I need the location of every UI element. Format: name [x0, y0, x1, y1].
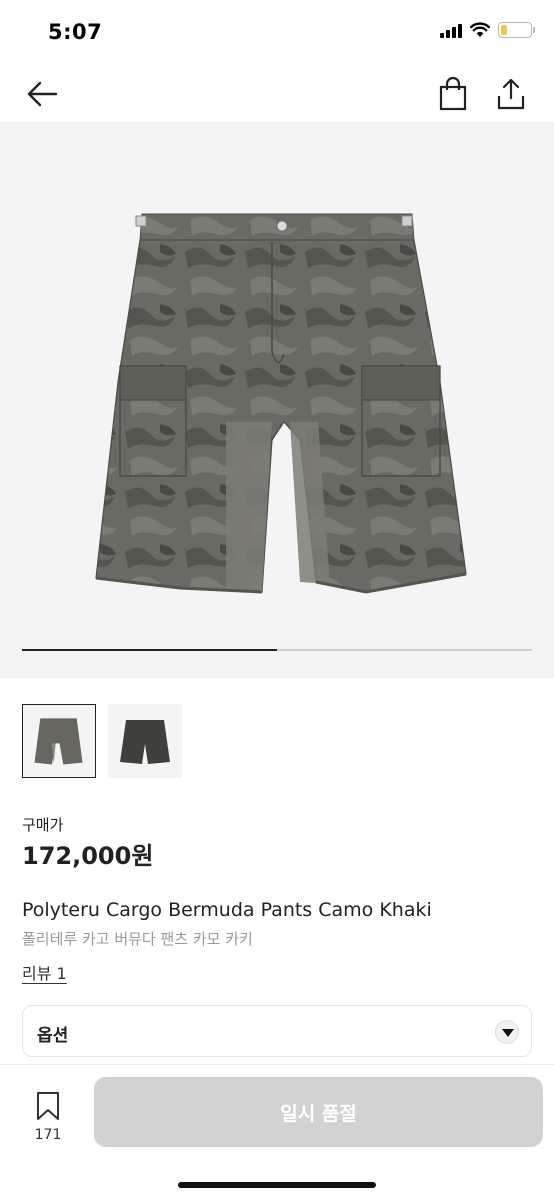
status-icons [440, 22, 535, 38]
price-value: 172,000원 [22, 842, 154, 870]
cellular-signal-icon [440, 23, 462, 38]
thumbnail-1[interactable] [22, 704, 96, 778]
price-label: 구매가 [22, 816, 64, 834]
wishlist-count: 171 [34, 1127, 62, 1143]
gallery-progress-track [22, 649, 532, 651]
product-name-ko: 폴리테루 카고 버뮤다 팬츠 카모 카키 [22, 930, 253, 948]
navigation-bar [0, 66, 554, 122]
wifi-icon [470, 22, 490, 37]
home-indicator [178, 1182, 376, 1188]
thumbnail-image [120, 720, 170, 764]
bottom-action-bar: 171 일시 품절 [0, 1064, 554, 1200]
option-select[interactable]: 옵션 [22, 1005, 532, 1057]
product-image [95, 213, 467, 594]
caret-down-icon [495, 1020, 519, 1044]
option-label: 옵션 [37, 1026, 69, 1046]
product-name-en: Polyteru Cargo Bermuda Pants Camo Khaki [22, 899, 432, 921]
gallery-progress-indicator [22, 649, 277, 651]
battery-icon [498, 22, 535, 38]
product-image-gallery[interactable] [0, 122, 554, 678]
thumbnail-list [22, 704, 182, 778]
arrow-left-icon[interactable] [24, 78, 60, 110]
wishlist-button[interactable]: 171 [30, 1091, 66, 1143]
shopping-bag-icon[interactable] [436, 76, 470, 112]
thumbnail-2[interactable] [108, 704, 182, 778]
sold-out-button[interactable]: 일시 품절 [94, 1077, 543, 1147]
status-bar: 5:07 [0, 0, 554, 66]
bookmark-icon [37, 1092, 59, 1120]
status-time: 5:07 [48, 20, 103, 44]
thumbnail-image [34, 718, 83, 765]
review-link[interactable]: 리뷰 1 [22, 960, 67, 984]
share-icon[interactable] [494, 76, 528, 112]
